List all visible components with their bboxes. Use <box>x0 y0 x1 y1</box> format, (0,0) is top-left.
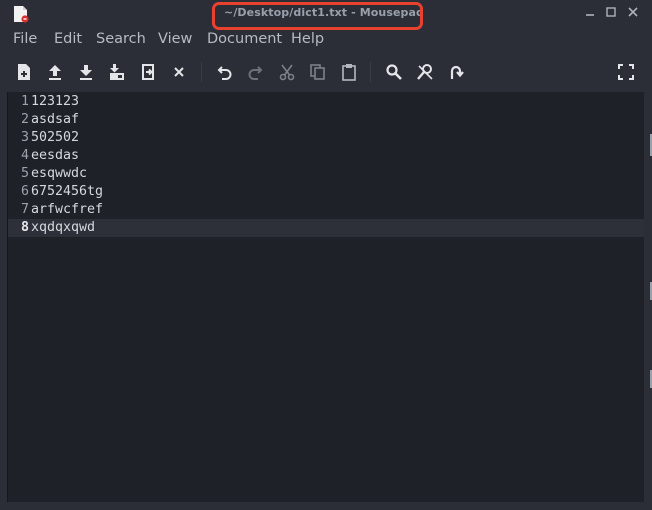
copy-icon[interactable] <box>309 63 327 81</box>
go-to-line-icon[interactable] <box>447 63 465 81</box>
line-text[interactable]: xqdqxqwd <box>31 219 95 237</box>
editor-line[interactable]: 1 123123 <box>8 93 645 111</box>
mousepad-app-icon <box>14 6 29 23</box>
close-tab-icon[interactable] <box>170 63 188 81</box>
menu-help[interactable]: Help <box>291 31 324 47</box>
line-number: 2 <box>20 112 29 127</box>
maximize-icon[interactable] <box>605 6 617 18</box>
line-number: 8 <box>20 220 29 235</box>
line-text[interactable]: 6752456tg <box>31 183 103 201</box>
toolbar-separator <box>201 62 202 82</box>
redo-icon[interactable] <box>246 63 264 81</box>
paste-icon[interactable] <box>340 63 358 81</box>
reload-icon[interactable] <box>139 63 157 81</box>
line-number: 1 <box>20 94 29 109</box>
close-icon[interactable] <box>627 6 639 18</box>
minimize-icon[interactable] <box>584 6 596 18</box>
save-as-icon[interactable] <box>108 63 126 81</box>
line-text[interactable]: 502502 <box>31 129 79 147</box>
editor-line[interactable]: 3 502502 <box>8 129 645 147</box>
menu-bar: File Edit Search View Document Help <box>0 28 652 52</box>
menu-edit[interactable]: Edit <box>54 31 82 47</box>
line-text[interactable]: asdsaf <box>31 111 79 129</box>
line-number: 6 <box>20 184 29 199</box>
menu-file[interactable]: File <box>13 31 37 47</box>
editor-line[interactable]: 6 6752456tg <box>8 183 645 201</box>
menu-view[interactable]: View <box>158 31 192 47</box>
editor-line[interactable]: 5 esqwwdc <box>8 165 645 183</box>
text-editor-area[interactable]: 1 123123 2 asdsaf 3 502502 4 eesdas 5 esqwwdc 6 675… <box>7 92 645 502</box>
editor-line[interactable]: 4 eesdas <box>8 147 645 165</box>
toolbar-separator <box>370 62 371 82</box>
editor-line[interactable]: 8 xqdqxqwd <box>8 219 645 237</box>
menu-document[interactable]: Document <box>207 31 282 47</box>
fullscreen-icon[interactable] <box>617 63 635 81</box>
line-number: 4 <box>20 148 29 163</box>
line-text[interactable]: 123123 <box>31 93 79 111</box>
title-highlight-annotation <box>212 2 423 30</box>
find-replace-icon[interactable] <box>416 63 434 81</box>
find-icon[interactable] <box>385 63 403 81</box>
editor-line[interactable]: 2 asdsaf <box>8 111 645 129</box>
line-text[interactable]: eesdas <box>31 147 79 165</box>
line-text[interactable]: esqwwdc <box>31 165 87 183</box>
undo-icon[interactable] <box>216 63 234 81</box>
new-document-icon[interactable] <box>15 63 33 81</box>
toolbar <box>0 56 652 88</box>
editor-line[interactable]: 7 arfwcfref <box>8 201 645 219</box>
line-number: 3 <box>20 130 29 145</box>
line-number: 7 <box>20 202 29 217</box>
cut-icon[interactable] <box>278 63 296 81</box>
menu-search[interactable]: Search <box>96 31 146 47</box>
save-icon[interactable] <box>77 63 95 81</box>
open-icon[interactable] <box>46 63 64 81</box>
line-text[interactable]: arfwcfref <box>31 201 103 219</box>
line-number: 5 <box>20 166 29 181</box>
title-bar: ~/Desktop/dict1.txt - Mousepad <box>0 0 652 30</box>
